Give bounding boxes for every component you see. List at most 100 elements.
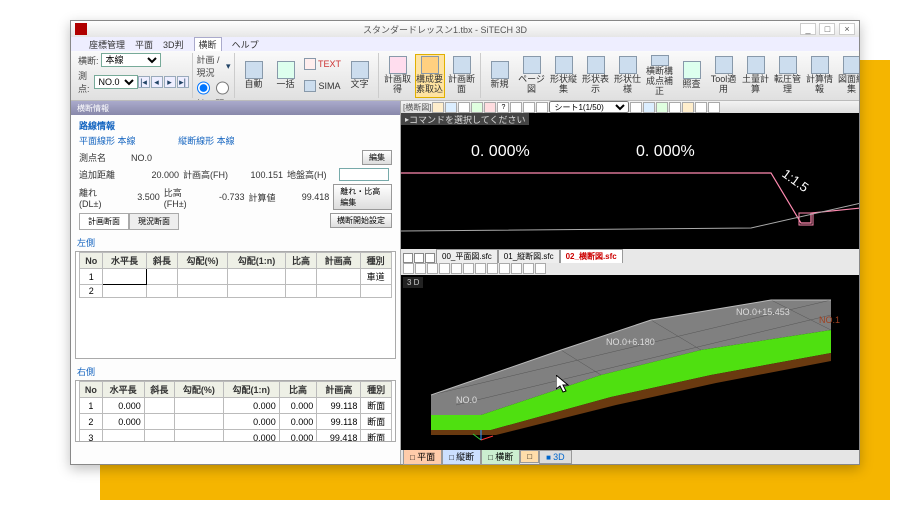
menu-cross[interactable]: 横断 xyxy=(194,37,222,52)
table-row[interactable]: 20.0000.0000.00099.118断面 xyxy=(80,414,392,430)
rbtn-drawedit[interactable]: 図面編集 xyxy=(837,54,860,98)
tb-icon[interactable] xyxy=(682,102,694,113)
rbtn-check[interactable]: 照査 xyxy=(677,54,707,98)
bottom-tab-3d[interactable]: ■ 3D xyxy=(539,450,572,464)
point-nav: |◂ ◂ ▸ ▸| xyxy=(138,76,189,88)
rbtn-shapespec[interactable]: 形状仕様 xyxy=(613,54,643,98)
nav-next-icon[interactable]: ▸ xyxy=(164,76,176,88)
tb3d-icon[interactable] xyxy=(475,263,486,274)
maximize-button[interactable]: □ xyxy=(819,23,835,35)
table-row[interactable]: 2 xyxy=(80,285,392,298)
rbtn-moji[interactable]: 文字 xyxy=(345,54,375,98)
tab-plan-section[interactable]: 計画断面 xyxy=(79,213,129,229)
rbtn-elements[interactable]: 構成要素取込 xyxy=(415,54,445,98)
doc-tab-nav-icon[interactable] xyxy=(403,253,413,263)
tb3d-icon[interactable] xyxy=(511,263,522,274)
tb3d-icon[interactable] xyxy=(439,263,450,274)
tb3d-icon[interactable] xyxy=(415,263,426,274)
minimize-button[interactable]: _ xyxy=(800,23,816,35)
edit-button[interactable]: 編集 xyxy=(362,150,392,165)
table-row[interactable]: 30.0000.00099.418断面 xyxy=(80,430,392,443)
tb-icon[interactable] xyxy=(536,102,548,113)
doc-tab-plan[interactable]: 00_平面図.sfc xyxy=(436,249,498,263)
tb-icon[interactable] xyxy=(471,102,483,113)
panel-tab-cross[interactable]: 横断情報 xyxy=(71,101,400,115)
sheet-select[interactable]: シート1(1/50) xyxy=(549,101,629,113)
cross-start-button[interactable]: 横断開始設定 xyxy=(330,213,392,228)
plan-h-value: 100.151 xyxy=(235,170,283,180)
ground-h-input[interactable] xyxy=(339,168,389,181)
menu-3d[interactable]: 3D判 xyxy=(163,38,184,51)
mode-current-radio[interactable] xyxy=(216,81,229,95)
profile-align-label: 縦断線形 本線 xyxy=(178,134,235,147)
line-select[interactable]: 本線 xyxy=(101,53,161,67)
doc-tab-profile[interactable]: 01_縦断図.sfc xyxy=(498,249,560,263)
add-dist-value: 20.000 xyxy=(131,170,179,180)
mode-plan-radio[interactable] xyxy=(197,81,210,95)
sep-edit-button[interactable]: 離れ・比高編集 xyxy=(333,184,392,210)
table-row[interactable]: 1車道 xyxy=(80,269,392,285)
section-tabs: 計画断面 現況断面 xyxy=(79,213,179,230)
menu-plan[interactable]: 平面 xyxy=(135,38,153,51)
bottom-tab-profile[interactable]: □ 縦断 xyxy=(442,448,481,465)
tb3d-icon[interactable] xyxy=(403,263,414,274)
table-row[interactable]: 10.0000.0000.00099.118断面 xyxy=(80,398,392,414)
tb3d-icon[interactable] xyxy=(463,263,474,274)
tb-icon[interactable] xyxy=(695,102,707,113)
rbtn-correct[interactable]: 横断構成点補正 xyxy=(645,54,675,98)
tb-icon[interactable] xyxy=(458,102,470,113)
tb-icon[interactable] xyxy=(432,102,444,113)
doc-tab-nav-icon[interactable] xyxy=(414,253,424,263)
rbtn-batch[interactable]: 一括 xyxy=(271,54,301,98)
bottom-tab-other[interactable]: □ xyxy=(520,450,539,463)
rbtn-tool[interactable]: Tool適用 xyxy=(709,54,739,98)
tb3d-icon[interactable] xyxy=(523,263,534,274)
rbtn-section[interactable]: 計画断面 xyxy=(447,54,477,98)
nav-first-icon[interactable]: |◂ xyxy=(138,76,150,88)
point-select[interactable]: NO.0 xyxy=(94,75,138,89)
rbtn-auto[interactable]: 自動 xyxy=(239,54,269,98)
new-icon xyxy=(491,61,509,79)
menu-help[interactable]: ヘルプ xyxy=(232,38,259,51)
rbtn-compact[interactable]: 転圧管理 xyxy=(773,54,803,98)
rbtn-sima[interactable]: SIMA xyxy=(303,76,343,98)
close-button[interactable]: × xyxy=(839,23,855,35)
menu-coords[interactable]: 座標管理 xyxy=(89,38,125,51)
tb-icon[interactable] xyxy=(630,102,642,113)
edit-cell[interactable] xyxy=(103,269,146,285)
tb-icon[interactable] xyxy=(510,102,522,113)
tb3d-icon[interactable] xyxy=(535,263,546,274)
view-3d[interactable]: 3 D NO.0+15.453 xyxy=(401,275,859,450)
tb-icon[interactable] xyxy=(656,102,668,113)
tb3d-icon[interactable] xyxy=(451,263,462,274)
window-controls: _ □ × xyxy=(799,23,855,35)
rbtn-volume[interactable]: 土量計算 xyxy=(741,54,771,98)
rbtn-new[interactable]: 新規 xyxy=(485,54,515,98)
tab-current-section[interactable]: 現況断面 xyxy=(129,213,179,229)
rbtn-text[interactable]: TEXT xyxy=(303,54,343,76)
tb3d-icon[interactable] xyxy=(499,263,510,274)
tb-icon[interactable] xyxy=(708,102,720,113)
rbtn-planget[interactable]: 計画取得 xyxy=(383,54,413,98)
rbtn-calcinfo[interactable]: 計算情報 xyxy=(805,54,835,98)
tb3d-icon[interactable] xyxy=(427,263,438,274)
tb-icon[interactable] xyxy=(643,102,655,113)
rbtn-page[interactable]: ページ図 xyxy=(517,54,547,98)
doc-tab-nav-icon[interactable] xyxy=(425,253,435,263)
tb-icon[interactable] xyxy=(523,102,535,113)
ribbon-group-edit: 新規 ページ図 形状縦集 形状表示 形状仕様 横断構成点補正 照査 Tool適用… xyxy=(482,53,860,98)
rbtn-shapeedit[interactable]: 形状縦集 xyxy=(549,54,579,98)
bottom-tab-cross[interactable]: □ 横断 xyxy=(481,448,520,465)
tb-icon[interactable] xyxy=(445,102,457,113)
rbtn-shapedisp[interactable]: 形状表示 xyxy=(581,54,611,98)
tb-icon[interactable] xyxy=(669,102,681,113)
mode-dd-icon[interactable]: ▾ xyxy=(226,61,231,72)
bottom-tab-plan[interactable]: □ 平面 xyxy=(403,448,442,465)
nav-prev-icon[interactable]: ◂ xyxy=(151,76,163,88)
nav-last-icon[interactable]: ▸| xyxy=(177,76,189,88)
doc-tab-cross[interactable]: 02_横断図.sfc xyxy=(560,249,623,263)
tb-icon[interactable] xyxy=(484,102,496,113)
tb3d-icon[interactable] xyxy=(487,263,498,274)
cross-section-view[interactable]: ▸コマンドを選択してください 0. 000% 0. 000% 1:1.5 xyxy=(401,113,859,249)
tb-icon[interactable]: ? xyxy=(497,102,509,113)
